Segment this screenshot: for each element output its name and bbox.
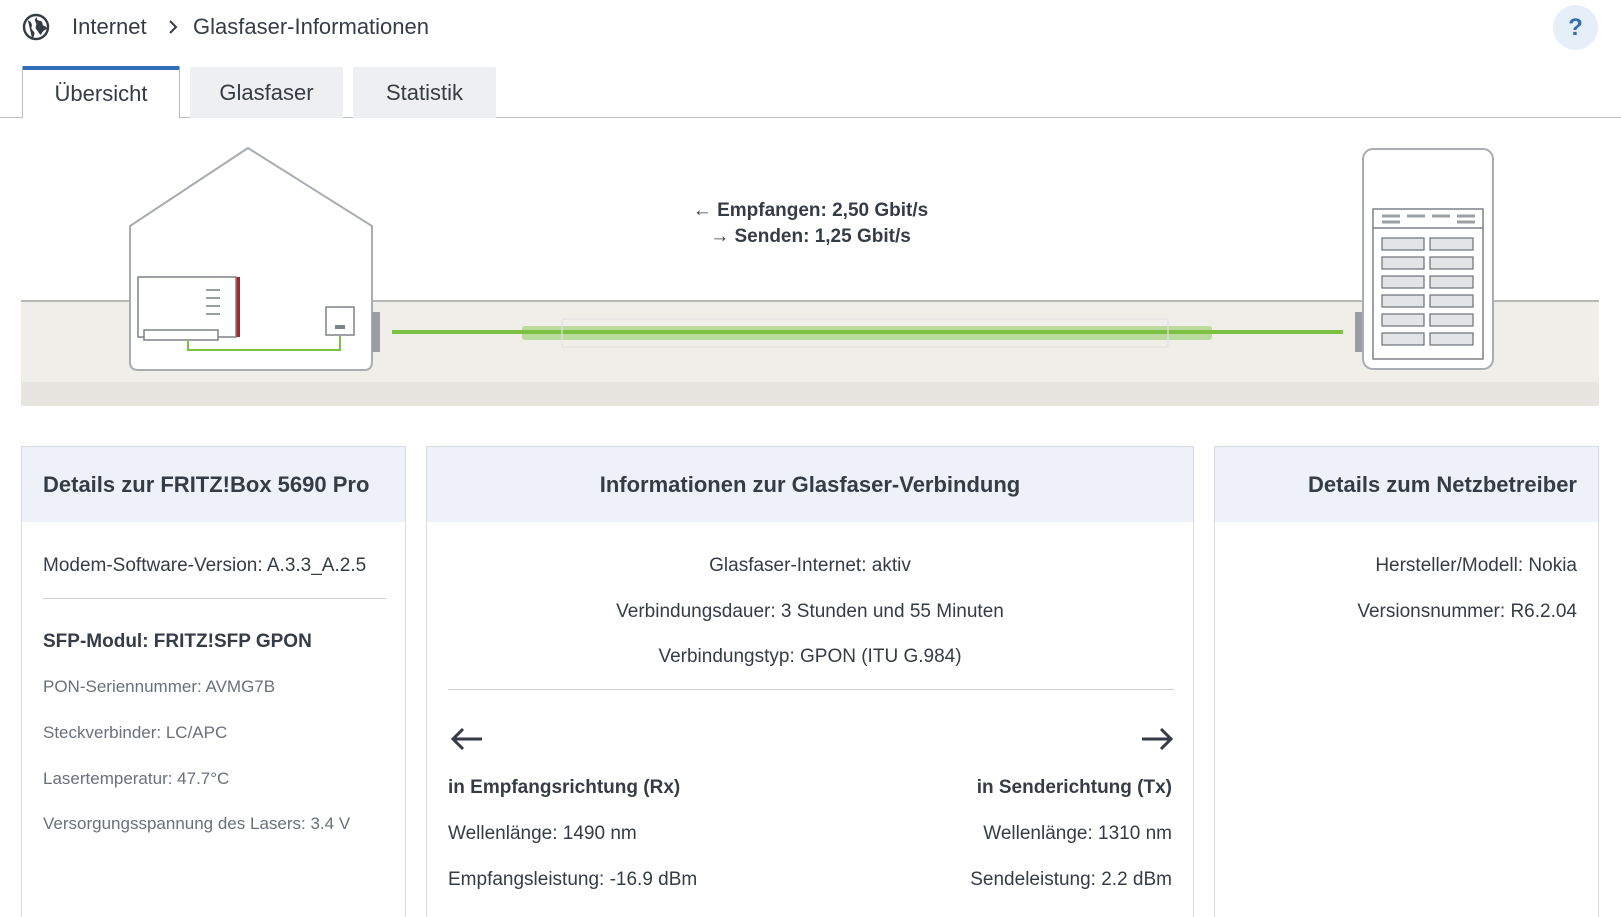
arrow-left-icon: ← [692, 200, 718, 221]
rx-power: Empfangsleistung: -16.9 dBm [448, 869, 698, 890]
divider [43, 598, 386, 599]
tab-glasfaser[interactable]: Glasfaser [190, 67, 343, 118]
help-button[interactable]: ? [1553, 5, 1598, 50]
receive-speed: ← Empfangen: 2,50 Gbit/s [692, 200, 929, 221]
fiber-connection-card: Informationen zur Glasfaser-Verbindung G… [426, 446, 1194, 917]
page-title: Glasfaser-Informationen [193, 14, 429, 39]
tab-statistik[interactable]: Statistik [353, 67, 496, 118]
fiber-status: Glasfaser-Internet: aktiv [709, 555, 911, 576]
tx-title: in Senderichtung (Tx) [976, 777, 1172, 798]
arrow-left-icon [450, 727, 482, 751]
operator-details-title: Details zum Netzbetreiber [1215, 447, 1598, 522]
rx-title: in Empfangsrichtung (Rx) [448, 777, 681, 798]
fritzbox-router-icon [137, 276, 240, 341]
fritzbox-details-card: Details zur FRITZ!Box 5690 Pro Modem-Sof… [21, 446, 406, 917]
fiber-connection-title: Informationen zur Glasfaser-Verbindung [427, 447, 1193, 522]
operator-details-card: Details zum Netzbetreiber Hersteller/Mod… [1214, 446, 1599, 917]
tab-bar: Übersicht Glasfaser Statistik [0, 66, 1621, 119]
tx-wavelength: Wellenlänge: 1310 nm [983, 823, 1172, 844]
operator-version: Versionsnummer: R6.2.04 [1357, 601, 1577, 622]
arrow-right-icon [1142, 727, 1174, 751]
fritzbox-details-title: Details zur FRITZ!Box 5690 Pro [22, 447, 405, 522]
connection-diagram [21, 146, 1599, 406]
operator-model: Hersteller/Modell: Nokia [1375, 555, 1577, 576]
laser-temperature: Lasertemperatur: 47.7°C [43, 769, 230, 788]
chevron-right-icon [169, 20, 178, 34]
help-icon: ? [1568, 13, 1583, 41]
globe-icon [22, 13, 50, 41]
connector-type: Steckverbinder: LC/APC [43, 723, 228, 742]
divider [448, 689, 1174, 690]
fiber-socket-icon [325, 306, 355, 336]
pon-serial: PON-Seriennummer: AVMG7B [43, 677, 276, 696]
connection-type: Verbindungstyp: GPON (ITU G.984) [658, 646, 962, 667]
send-speed: → Senden: 1,25 Gbit/s [710, 226, 911, 247]
rx-wavelength: Wellenlänge: 1490 nm [448, 823, 637, 844]
laser-voltage: Versorgungsspannung des Lasers: 3.4 V [43, 814, 351, 833]
top-bar: Internet Glasfaser-Informationen ? [0, 0, 1621, 58]
breadcrumb-internet[interactable]: Internet [72, 14, 147, 40]
arrow-right-icon: → [710, 226, 735, 247]
server-cabinet-icon [1355, 148, 1494, 370]
tab-uebersicht[interactable]: Übersicht [22, 66, 180, 119]
sfp-module-title: SFP-Modul: FRITZ!SFP GPON [43, 631, 312, 652]
house-icon [129, 146, 380, 371]
speed-info: ← Empfangen: 2,50 Gbit/s → Senden: 1,25 … [0, 198, 1621, 250]
modem-version: Modem-Software-Version: A.3.3_A.2.5 [43, 555, 367, 576]
tx-power: Sendeleistung: 2.2 dBm [970, 869, 1172, 890]
connection-duration: Verbindungsdauer: 3 Stunden und 55 Minut… [616, 601, 1004, 622]
